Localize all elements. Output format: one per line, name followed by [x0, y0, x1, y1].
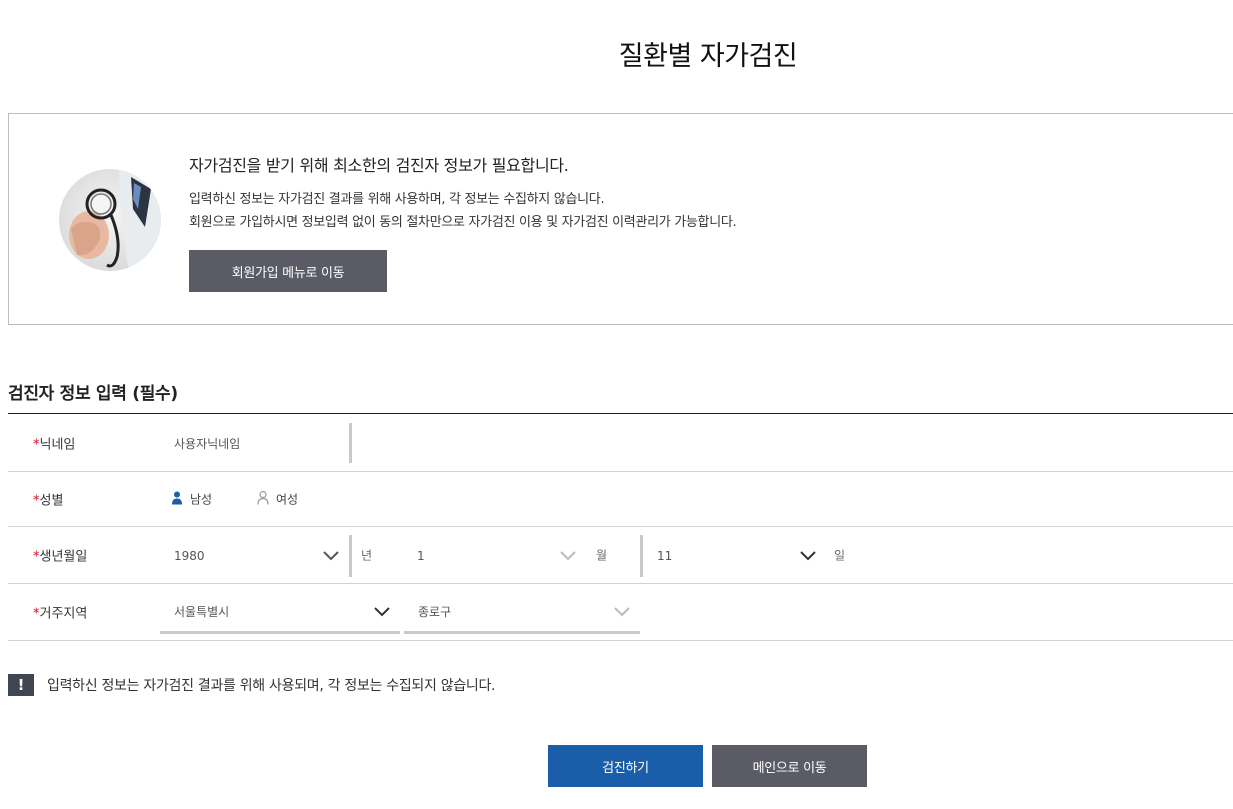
exclamation-icon: ! — [8, 674, 34, 696]
gender-option-male[interactable]: 남성 — [170, 491, 212, 508]
chevron-down-icon — [374, 606, 390, 617]
female-icon — [256, 490, 270, 508]
birth-year-select[interactable]: 1980 — [160, 535, 352, 577]
birth-day-select[interactable]: 11 — [640, 535, 826, 577]
intro-box: 자가검진을 받기 위해 최소한의 검진자 정보가 필요합니다. 입력하신 정보는… — [8, 113, 1233, 325]
nickname-input[interactable]: 사용자닉네임 — [160, 423, 352, 463]
birthdate-label: *생년월일 — [33, 546, 87, 565]
birth-year-suffix: 년 — [361, 548, 373, 563]
gender-row: *성별 남성 여성 — [8, 472, 1233, 527]
intro-membership-text: 회원으로 가입하시면 정보입력 없이 동의 절차만으로 자가검진 이용 및 자가… — [189, 215, 737, 230]
region-label-text: 거주지역 — [39, 606, 88, 622]
section-title: 검진자 정보 입력 (필수) — [8, 384, 178, 404]
gender-option-female[interactable]: 여성 — [256, 490, 299, 508]
nickname-value: 사용자닉네임 — [174, 436, 241, 451]
page-title: 질환별 자가검진 — [618, 41, 798, 72]
birthdate-label-text: 생년월일 — [39, 549, 88, 565]
chevron-down-icon — [614, 606, 630, 617]
nickname-label: *닉네임 — [33, 433, 75, 452]
region-province-value: 서울특별시 — [174, 605, 230, 619]
nickname-row: *닉네임 사용자닉네임 — [8, 414, 1233, 472]
doctor-stethoscope-image — [59, 169, 161, 271]
gender-label: *성별 — [33, 490, 63, 509]
birth-day-value: 11 — [657, 549, 673, 563]
intro-privacy-text: 입력하신 정보는 자가검진 결과를 위해 사용하며, 각 정보는 수집하지 않습… — [189, 192, 605, 207]
chevron-down-icon — [800, 551, 816, 561]
birth-month-select[interactable]: 1 — [403, 535, 586, 577]
male-icon — [170, 491, 184, 508]
region-district-value: 종로구 — [418, 605, 452, 619]
patient-info-form: *닉네임 사용자닉네임 *성별 남성 여성 *생년월일 1980 년 1 월 1… — [8, 413, 1233, 641]
start-checkup-button[interactable]: 검진하기 — [548, 745, 703, 787]
region-district-select[interactable]: 종로구 — [404, 592, 640, 634]
region-label: *거주지역 — [33, 603, 87, 622]
birth-year-value: 1980 — [174, 549, 205, 563]
region-province-select[interactable]: 서울특별시 — [160, 592, 400, 634]
chevron-down-icon — [323, 551, 339, 561]
go-main-button[interactable]: 메인으로 이동 — [712, 745, 867, 787]
privacy-notice: ! 입력하신 정보는 자가검진 결과를 위해 사용되며, 각 정보는 수집되지 … — [8, 674, 496, 696]
birth-month-suffix: 월 — [596, 548, 608, 563]
gender-label-text: 성별 — [39, 493, 64, 509]
birthdate-row: *생년월일 1980 년 1 월 11 일 — [8, 527, 1233, 584]
birth-day-suffix: 일 — [834, 548, 846, 563]
region-row: *거주지역 서울특별시 종로구 — [8, 584, 1233, 641]
gender-female-label: 여성 — [276, 492, 299, 507]
nickname-label-text: 닉네임 — [39, 437, 76, 452]
birth-month-value: 1 — [417, 549, 425, 563]
intro-heading: 자가검진을 받기 위해 최소한의 검진자 정보가 필요합니다. — [189, 156, 569, 175]
notice-text: 입력하신 정보는 자가검진 결과를 위해 사용되며, 각 정보는 수집되지 않습… — [47, 678, 496, 694]
chevron-down-icon — [560, 551, 576, 561]
join-membership-button[interactable]: 회원가입 메뉴로 이동 — [189, 250, 387, 292]
gender-male-label: 남성 — [190, 492, 213, 507]
